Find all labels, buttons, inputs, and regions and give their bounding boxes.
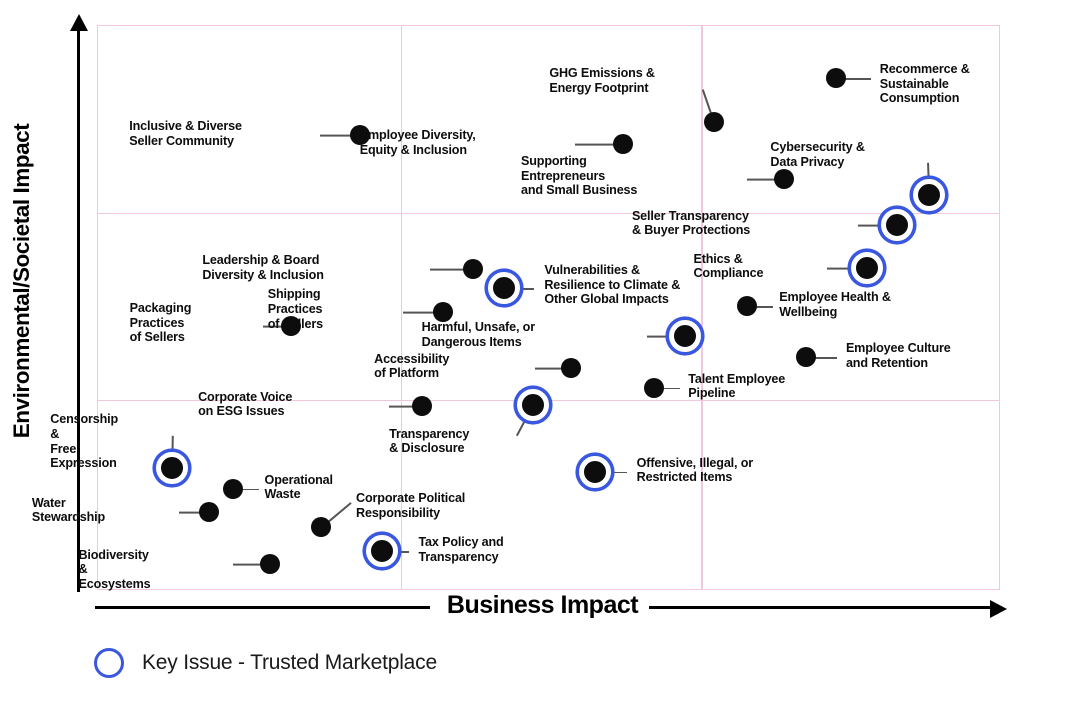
data-point[interactable] [222, 478, 243, 499]
data-point-label: Employee Culture and Retention [845, 341, 951, 370]
x-axis-arrow-icon [990, 599, 1007, 618]
data-point-label: Leadership & Board Diversity & Inclusion [202, 252, 324, 282]
data-point-label: Offensive, Illegal, or Restricted Items [636, 455, 754, 485]
grid-line-horizontal [98, 213, 999, 215]
data-point[interactable] [260, 553, 281, 574]
x-axis-label: Business Impact [446, 591, 639, 619]
y-axis-arrow-icon [69, 14, 88, 31]
data-point-key-issue[interactable] [851, 251, 884, 284]
data-point-key-issue[interactable] [578, 455, 611, 488]
data-point-label: Supporting Entrepreneurs and Small Busin… [520, 154, 638, 198]
data-point-label: Harmful, Unsafe, or Dangerous Items [421, 320, 535, 349]
data-point-label: Packaging Practices of Sellers [129, 301, 192, 345]
data-point[interactable] [737, 296, 758, 317]
y-axis-label: Environmental/Societal Impact [9, 123, 34, 439]
data-point-key-issue[interactable] [912, 178, 945, 211]
legend-label: Key Issue - Trusted Marketplace [142, 651, 437, 674]
data-point-label: Tax Policy and Transparency [418, 535, 504, 565]
data-point-label: Seller Transparency & Buyer Protections [631, 208, 751, 238]
data-point[interactable] [703, 112, 724, 133]
key-issue-ring-icon [94, 648, 124, 678]
data-point-label: Operational Waste [264, 472, 333, 502]
data-point-label: Shipping Practices of Sellers [267, 287, 323, 331]
data-point[interactable] [795, 347, 816, 368]
data-point[interactable] [644, 377, 665, 398]
data-point-label: Employee Health & Wellbeing [779, 290, 891, 319]
data-point-key-issue[interactable] [517, 388, 550, 421]
x-axis-line-left [95, 606, 430, 610]
data-point-key-issue[interactable] [488, 272, 521, 305]
data-point[interactable] [199, 501, 220, 522]
data-point-label: Vulnerabilities & Resilience to Climate … [544, 263, 681, 307]
data-point-key-issue[interactable] [156, 452, 189, 485]
data-point-label: Water Stewardship [31, 495, 106, 525]
data-point-label: Corporate Voice on ESG Issues [198, 389, 293, 419]
data-point-label: Recommerce & Sustainable Consumption [879, 61, 970, 106]
data-point-label: Talent Employee Pipeline [688, 371, 786, 401]
data-point-label: Corporate Political Responsibility [356, 491, 466, 520]
legend: Key Issue - Trusted Marketplace [94, 648, 437, 678]
data-point[interactable] [774, 169, 795, 190]
data-point-key-issue[interactable] [668, 320, 701, 353]
x-axis-line-right [649, 606, 997, 610]
data-point-label: Employee Diversity, Equity & Inclusion [359, 128, 476, 157]
data-point[interactable] [825, 67, 846, 88]
data-point-label: Inclusive & Diverse Seller Community [129, 119, 242, 148]
data-point[interactable] [311, 517, 332, 538]
data-point[interactable] [412, 395, 433, 416]
x-axis: Business Impact [92, 591, 1012, 628]
grid-line-vertical [701, 26, 703, 589]
data-point-label: Censorship & Free Expression [50, 412, 119, 471]
data-point-label: Ethics & Compliance [693, 251, 764, 281]
data-point-key-issue[interactable] [366, 535, 399, 568]
data-point-label: Cybersecurity & Data Privacy [770, 139, 865, 169]
data-point[interactable] [612, 134, 633, 155]
data-point-label: GHG Emissions & Energy Footprint [549, 66, 655, 95]
plot-area: Inclusive & Diverse Seller Community Empl… [32, 25, 1000, 591]
data-point-label: Accessibility of Platform [374, 351, 450, 381]
data-point-label: Biodiversity & Ecosystems [78, 547, 151, 592]
data-point-key-issue[interactable] [881, 208, 914, 241]
data-point-label: Transparency & Disclosure [389, 426, 470, 456]
data-point[interactable] [462, 258, 483, 279]
data-point[interactable] [561, 357, 582, 378]
materiality-matrix-chart: Environmental/Societal Impact Inclusive … [0, 0, 1080, 711]
